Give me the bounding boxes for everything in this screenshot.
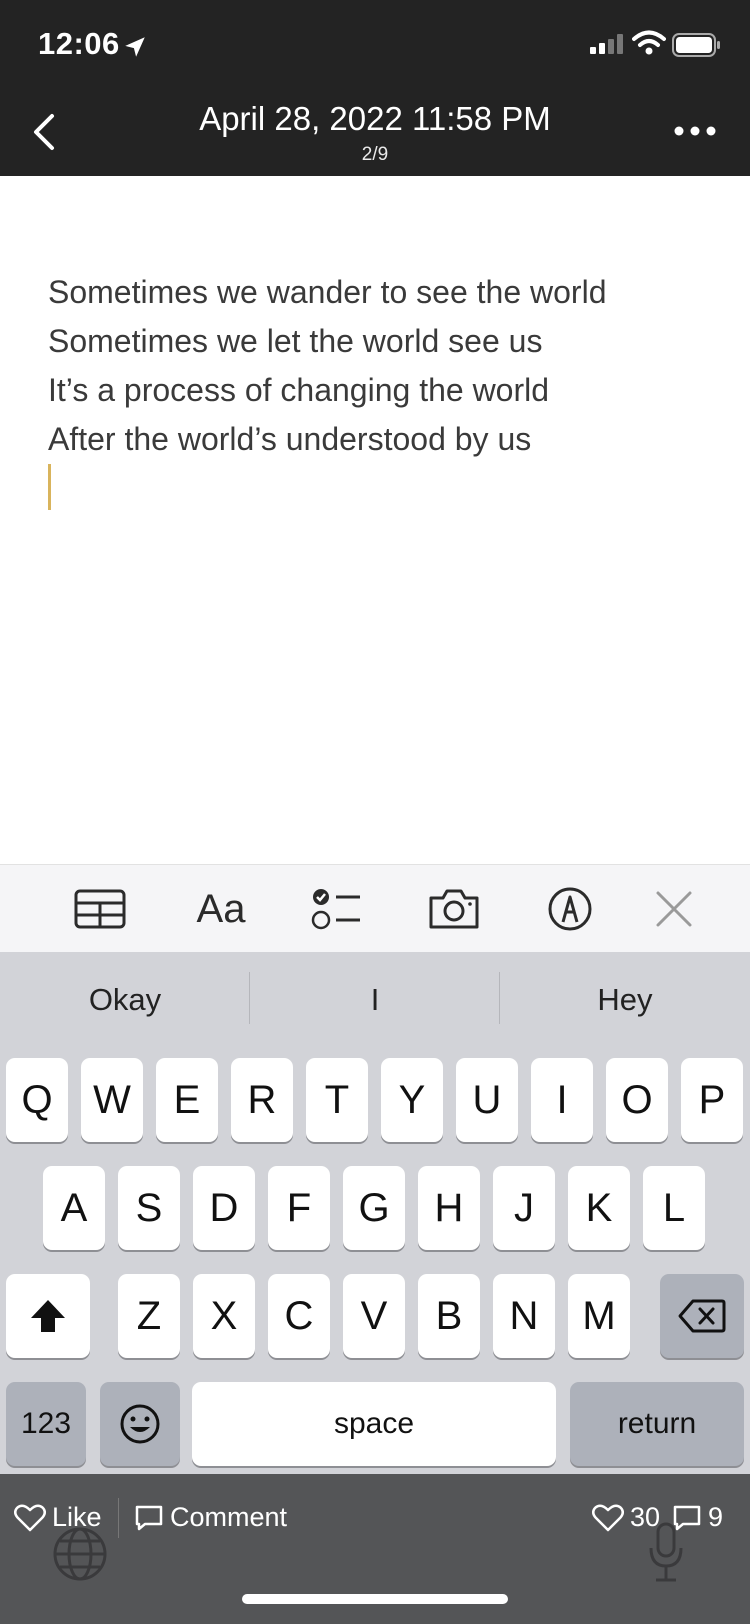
checklist-button[interactable] xyxy=(308,883,364,935)
space-key-label: space xyxy=(333,1407,415,1440)
key-k[interactable]: K xyxy=(568,1166,630,1250)
key-p[interactable]: P xyxy=(681,1058,743,1142)
shift-arrow-icon xyxy=(31,1300,65,1332)
key-i[interactable]: I xyxy=(531,1058,593,1142)
keyboard: Okay I Hey Q W E R T Y U I O P A S D F G… xyxy=(0,952,750,1474)
key-w[interactable]: W xyxy=(81,1058,143,1142)
close-icon xyxy=(656,891,692,927)
more-options-icon[interactable] xyxy=(674,126,716,136)
wifi-icon xyxy=(632,30,666,55)
note-line: It’s a process of changing the world xyxy=(48,372,550,408)
pen-markup-icon xyxy=(548,887,592,931)
battery-icon xyxy=(672,33,720,57)
camera-button[interactable] xyxy=(426,883,482,935)
comment-count: 9 xyxy=(672,1502,723,1533)
note-line: After the world’s understood by us xyxy=(48,421,532,457)
heart-icon xyxy=(14,1503,46,1531)
text-format-button[interactable]: Aa xyxy=(188,883,254,935)
close-toolbar-button[interactable] xyxy=(652,883,696,935)
key-e[interactable]: E xyxy=(156,1058,218,1142)
shift-key[interactable] xyxy=(6,1274,90,1358)
globe-icon[interactable] xyxy=(52,1526,108,1582)
camera-icon xyxy=(429,889,479,929)
note-editor[interactable]: Sometimes we wander to see the world Som… xyxy=(48,268,606,464)
comment-count-value: 9 xyxy=(708,1502,724,1532)
divider xyxy=(118,1498,119,1538)
key-f[interactable]: F xyxy=(268,1166,330,1250)
key-n[interactable]: N xyxy=(493,1274,555,1358)
key-m[interactable]: M xyxy=(568,1274,630,1358)
suggestion-i[interactable]: I xyxy=(250,982,500,1018)
location-arrow-icon xyxy=(125,37,145,57)
key-a[interactable]: A xyxy=(43,1166,105,1250)
space-key[interactable]: space xyxy=(192,1382,556,1466)
comment-button[interactable]: Comment xyxy=(134,1502,287,1533)
format-toolbar: Aa xyxy=(0,864,750,953)
suggestion-hey[interactable]: Hey xyxy=(500,982,750,1018)
key-d[interactable]: D xyxy=(193,1166,255,1250)
table-button[interactable] xyxy=(72,883,128,935)
numbers-key[interactable]: 123 xyxy=(6,1382,86,1466)
like-button[interactable]: Like xyxy=(14,1502,102,1533)
comment-icon xyxy=(673,1505,701,1530)
comment-label: Comment xyxy=(170,1502,288,1532)
key-g[interactable]: G xyxy=(343,1166,405,1250)
key-q[interactable]: Q xyxy=(6,1058,68,1142)
return-key[interactable]: return xyxy=(570,1382,744,1466)
key-b[interactable]: B xyxy=(418,1274,480,1358)
comment-icon xyxy=(135,1505,163,1530)
suggestion-okay[interactable]: Okay xyxy=(0,982,250,1018)
key-r[interactable]: R xyxy=(231,1058,293,1142)
like-count-value: 30 xyxy=(630,1502,661,1532)
note-line: Sometimes we wander to see the world xyxy=(48,274,607,310)
text-format-icon: Aa xyxy=(196,886,246,931)
like-count: 30 xyxy=(592,1502,660,1533)
key-y[interactable]: Y xyxy=(381,1058,443,1142)
key-s[interactable]: S xyxy=(118,1166,180,1250)
note-line: Sometimes we let the world see us xyxy=(48,323,543,359)
status-time: 12:06 xyxy=(38,26,120,61)
page-title: April 28, 2022 11:58 PM xyxy=(199,100,551,137)
backspace-icon xyxy=(678,1299,726,1333)
key-c[interactable]: C xyxy=(268,1274,330,1358)
checklist-icon xyxy=(311,889,360,930)
markup-button[interactable] xyxy=(544,883,596,935)
delete-key[interactable] xyxy=(660,1274,744,1358)
key-j[interactable]: J xyxy=(493,1166,555,1250)
page-counter: 2/9 xyxy=(361,144,389,165)
emoji-key[interactable] xyxy=(100,1382,180,1466)
like-label: Like xyxy=(52,1502,102,1532)
top-bar: 12:06 April 28, 2022 11:58 PM 2/9 xyxy=(0,0,750,176)
table-icon xyxy=(74,889,126,929)
key-t[interactable]: T xyxy=(306,1058,368,1142)
key-u[interactable]: U xyxy=(456,1058,518,1142)
text-cursor xyxy=(48,464,51,510)
key-h[interactable]: H xyxy=(418,1166,480,1250)
cellular-signal-icon xyxy=(590,34,624,54)
key-x[interactable]: X xyxy=(193,1274,255,1358)
emoji-icon xyxy=(120,1404,160,1444)
numbers-key-label: 123 xyxy=(20,1407,72,1440)
key-l[interactable]: L xyxy=(643,1166,705,1250)
key-o[interactable]: O xyxy=(606,1058,668,1142)
key-v[interactable]: V xyxy=(343,1274,405,1358)
heart-icon xyxy=(592,1503,624,1531)
home-indicator[interactable] xyxy=(242,1594,508,1604)
key-z[interactable]: Z xyxy=(118,1274,180,1358)
return-key-label: return xyxy=(617,1407,697,1440)
